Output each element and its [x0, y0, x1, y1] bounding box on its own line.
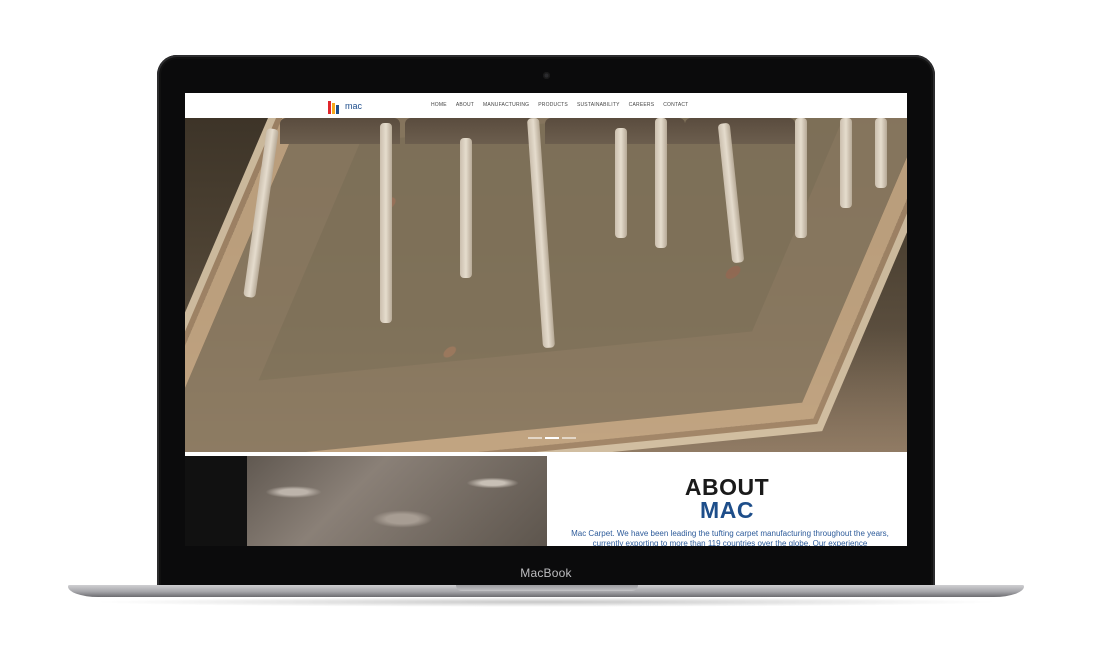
logo-bar-orange: [332, 103, 335, 114]
about-image-shadow: [185, 456, 247, 546]
slider-dot[interactable]: [562, 437, 576, 439]
camera-icon: [543, 72, 550, 79]
logo-text: mac: [345, 101, 363, 111]
nav-item-careers[interactable]: CAREERS: [629, 102, 655, 108]
nav-item-manufacturing[interactable]: MANUFACTURING: [483, 102, 529, 108]
chair-leg: [795, 118, 807, 238]
logo-bar-blue: [336, 105, 339, 114]
slider-dot[interactable]: [528, 437, 542, 439]
chair-leg: [655, 118, 667, 248]
logo-bar-red: [328, 101, 331, 114]
site-header: mac HOME ABOUT MANUFACTURING PRODUCTS SU…: [185, 93, 907, 118]
nav-item-contact[interactable]: CONTACT: [663, 102, 688, 108]
chair-leg: [460, 138, 472, 278]
hero-slider[interactable]: [185, 118, 907, 452]
chair-leg: [615, 128, 627, 238]
laptop-shadow: [90, 597, 1002, 607]
laptop-notch: [456, 585, 638, 591]
slider-dot-active[interactable]: [545, 437, 559, 439]
nav-item-about[interactable]: ABOUT: [456, 102, 474, 108]
nav-item-products[interactable]: PRODUCTS: [538, 102, 568, 108]
slider-dots: [528, 437, 576, 439]
chair-leg: [840, 118, 852, 208]
chair-leg: [380, 123, 392, 323]
laptop-screen: mac HOME ABOUT MANUFACTURING PRODUCTS SU…: [185, 93, 907, 546]
chair-seat: [685, 118, 795, 144]
about-text: Mac Carpet. We have been leading the tuf…: [571, 529, 889, 546]
nav-item-sustainability[interactable]: SUSTAINABILITY: [577, 102, 620, 108]
nav-item-home[interactable]: HOME: [431, 102, 447, 108]
main-nav: HOME ABOUT MANUFACTURING PRODUCTS SUSTAI…: [431, 102, 697, 108]
about-title: ABOUT: [684, 474, 770, 500]
rug-field: [258, 118, 854, 381]
about-title-accent: MAC: [700, 497, 754, 523]
site-logo[interactable]: mac: [328, 99, 366, 114]
device-label: MacBook: [520, 566, 572, 580]
chair-leg: [875, 118, 887, 188]
